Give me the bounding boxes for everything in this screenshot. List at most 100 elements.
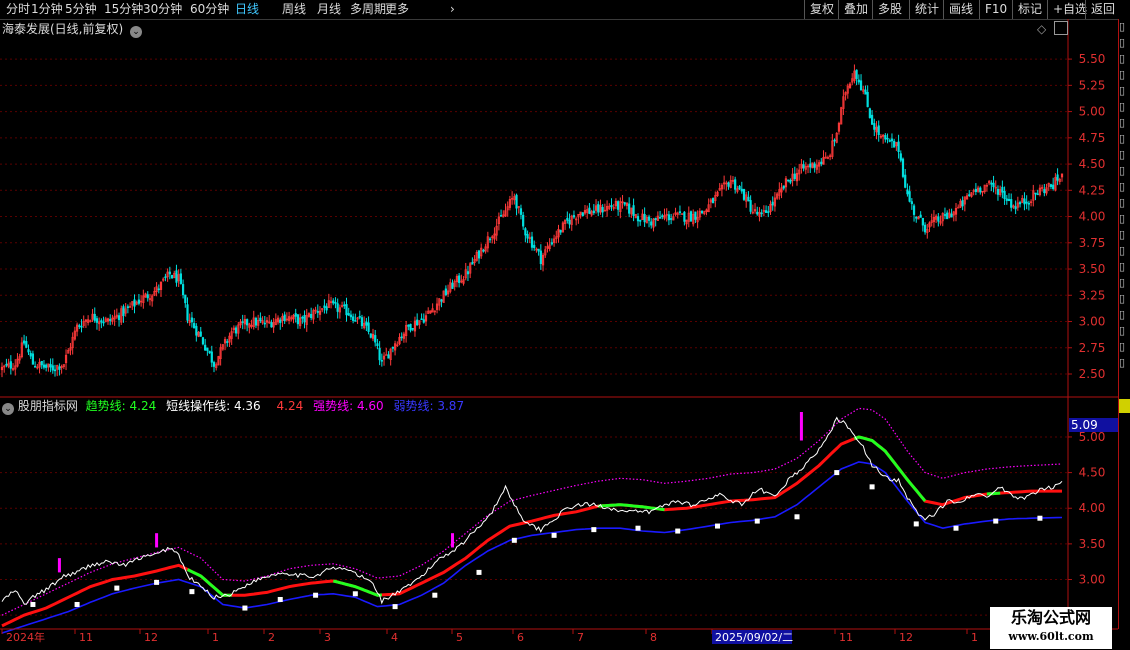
candle-body	[246, 319, 249, 326]
candle-body	[749, 200, 752, 212]
candle-body	[899, 153, 902, 161]
main-y-tick-label: 5.25	[1079, 78, 1106, 92]
marker-square	[189, 589, 195, 595]
candle-body	[367, 322, 370, 332]
candle-body	[1027, 202, 1030, 205]
candle-body	[451, 282, 454, 289]
candle-body	[296, 314, 300, 325]
candle-body	[859, 80, 863, 91]
candle-body	[117, 315, 121, 321]
title-chevron-icon[interactable]: ⌄	[130, 26, 143, 38]
candle-body	[193, 323, 196, 329]
candle-body	[550, 242, 553, 245]
candle-body	[31, 353, 35, 365]
watermark-logo: 乐淘公式网 www.60lt.com	[990, 607, 1112, 649]
candle-body	[1052, 184, 1055, 189]
diamond-icon[interactable]: ◇	[1037, 22, 1046, 36]
candle-body	[80, 326, 83, 328]
candle-body	[787, 179, 790, 182]
candle-body	[912, 205, 916, 215]
candle-body	[764, 210, 768, 213]
marker-square	[834, 470, 840, 476]
candle-body	[1014, 206, 1017, 210]
main-grid	[0, 58, 1068, 375]
candle-body	[906, 189, 909, 195]
indicator-y-tick-label: 4.50	[1079, 466, 1106, 480]
candle-body	[416, 319, 419, 326]
candle-body	[100, 320, 103, 323]
candle-body	[343, 304, 346, 307]
strong-line	[1, 407, 1063, 616]
candle-body	[40, 360, 43, 366]
indicator-y-tick-label: 5.00	[1079, 430, 1106, 444]
marker-square	[476, 569, 482, 575]
x-tick-label: 4	[391, 631, 398, 644]
candle-body	[670, 218, 673, 220]
candle-body	[515, 194, 518, 209]
candle-body	[1034, 192, 1037, 195]
short-line-value: 4.36	[233, 399, 261, 413]
candle-body	[910, 201, 913, 205]
side-strip-top[interactable]: ▯ ▯ ▯ ▯ ▯ ▯ ▯ ▯ ▯ ▯ ▯ ▯ ▯ ▯ ▯ ▯ ▯ ▯ ▯ ▯ ▯ ▯	[1118, 19, 1130, 399]
candle-body	[376, 343, 379, 347]
candle-body	[996, 189, 1000, 195]
x-tick-label: 5	[456, 631, 463, 644]
main-y-tick-label: 3.50	[1079, 262, 1106, 276]
candle-body	[802, 164, 805, 169]
main-y-axis: 2.50 2.75 3.00 3.25 3.50 3.75 4.00 4.25 4.50 4.75…	[1068, 52, 1105, 381]
candle-body	[279, 319, 282, 323]
extra-value: 4.24	[276, 399, 304, 413]
candle-body	[58, 366, 61, 370]
maximize-icon[interactable]	[1054, 21, 1068, 35]
marker-square	[794, 514, 800, 520]
candle-body	[206, 347, 209, 351]
trend-line-down	[986, 491, 1001, 496]
candle-body	[184, 294, 187, 304]
candle-body	[422, 319, 425, 323]
candle-body	[886, 137, 889, 140]
candle-body	[325, 306, 328, 311]
marker-square	[313, 592, 319, 598]
marker-square	[953, 525, 959, 531]
candle-body	[904, 174, 907, 188]
candle-body	[369, 333, 372, 338]
candle-body	[387, 354, 390, 359]
candle-body	[597, 204, 600, 213]
trend-line-down	[853, 435, 927, 503]
candle-body	[226, 341, 229, 343]
candle-body	[1007, 199, 1011, 202]
candle-body	[592, 210, 595, 214]
indicator-header: ⌄ 股朋指标网 趋势线: 4.24 短线操作线: 4.36 4.24 强势线: …	[2, 399, 464, 415]
candle-body	[566, 217, 569, 221]
main-y-tick-label: 3.25	[1079, 288, 1106, 302]
candle-body	[742, 189, 746, 200]
candle-body	[78, 325, 81, 327]
candle-body	[499, 215, 503, 217]
candle-body	[263, 322, 266, 325]
candle-body	[522, 214, 525, 227]
side-strip-bottom[interactable]	[1118, 399, 1130, 629]
marker-square	[30, 601, 36, 607]
main-chart-title: 海泰发展(日线,前复权) ⌄	[2, 22, 143, 38]
candle-body	[25, 341, 28, 348]
candle-body	[378, 347, 381, 361]
indicator-lines	[1, 407, 1063, 634]
candle-body	[310, 313, 313, 319]
x-tick-label: 2024年	[6, 630, 45, 644]
candle-body	[937, 216, 940, 222]
indicator-chevron-icon[interactable]: ⌄	[2, 403, 14, 415]
marker-square	[913, 521, 919, 527]
x-tick-label: 8	[650, 631, 657, 644]
trend-line-up	[1, 435, 1062, 628]
candle-body	[734, 179, 737, 190]
candle-body	[488, 238, 492, 241]
candle-body	[93, 313, 96, 321]
candle-body	[22, 340, 26, 344]
x-tick-label: 3	[324, 631, 331, 644]
candle-body	[919, 214, 922, 218]
candle-body	[588, 207, 591, 214]
candle-body	[647, 216, 651, 221]
candle-body	[9, 361, 12, 369]
marker-square	[754, 518, 760, 524]
candle-body	[1018, 202, 1022, 205]
